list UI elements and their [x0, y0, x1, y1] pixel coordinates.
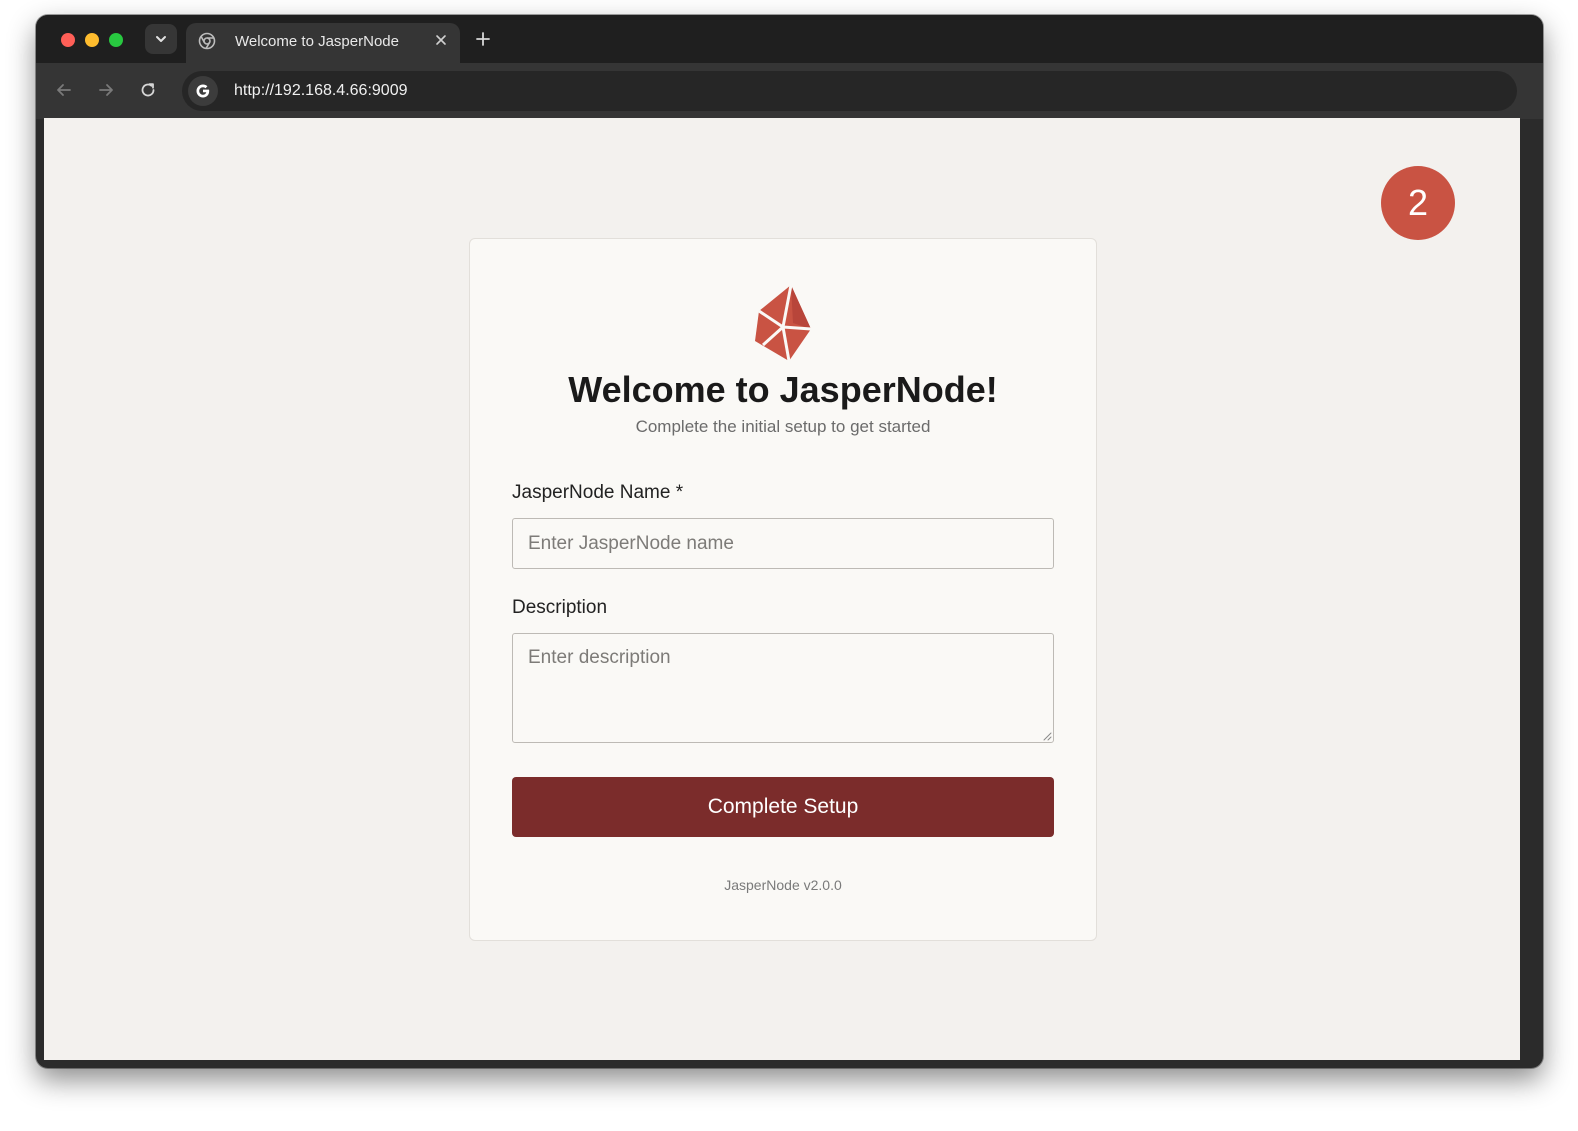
tab-title: Welcome to JasperNode [235, 33, 399, 50]
chevron-down-icon [156, 36, 166, 42]
address-bar[interactable]: http://192.168.4.66:9009 [182, 71, 1517, 111]
browser-toolbar: http://192.168.4.66:9009 [36, 63, 1543, 119]
tab-active[interactable]: Welcome to JasperNode [186, 23, 460, 67]
close-icon [436, 35, 446, 45]
jaspernode-name-input[interactable] [512, 518, 1054, 569]
jaspernode-logo-icon [755, 284, 812, 362]
maximize-window-button[interactable] [109, 33, 123, 47]
resize-handle-icon[interactable] [1043, 732, 1052, 741]
tab-search-button[interactable] [145, 24, 177, 54]
close-window-button[interactable] [61, 33, 75, 47]
back-button[interactable] [53, 79, 75, 101]
version-text: JasperNode v2.0.0 [724, 877, 842, 893]
page-title: Welcome to JasperNode! [568, 369, 998, 410]
reload-icon [141, 83, 155, 97]
step-number-badge: 2 [1381, 166, 1455, 240]
page-subtitle: Complete the initial setup to get starte… [635, 417, 931, 436]
new-tab-button[interactable] [473, 29, 493, 49]
chrome-icon [198, 32, 216, 50]
description-field-label: Description [512, 597, 608, 618]
complete-setup-button[interactable]: Complete Setup [512, 777, 1054, 837]
plus-icon [476, 32, 490, 46]
minimize-window-button[interactable] [85, 33, 99, 47]
name-field-label: JasperNode Name * [512, 482, 684, 503]
close-tab-button[interactable] [433, 32, 449, 48]
description-textarea[interactable] [512, 633, 1054, 743]
setup-card: Welcome to JasperNode! Complete the init… [469, 238, 1097, 941]
url-text: http://192.168.4.66:9009 [234, 82, 408, 99]
forward-button[interactable] [95, 79, 117, 101]
arrow-right-icon [99, 84, 113, 96]
title-bar: Welcome to JasperNode [36, 15, 1543, 67]
site-info-button[interactable] [188, 76, 218, 106]
page-viewport: 2 Welcome to JasperNode! Complete the in… [44, 118, 1520, 1060]
arrow-left-icon [57, 84, 71, 96]
browser-window: Welcome to JasperNode http://192.168.4.6… [36, 15, 1543, 1068]
google-g-icon [196, 84, 210, 98]
reload-button[interactable] [137, 79, 159, 101]
